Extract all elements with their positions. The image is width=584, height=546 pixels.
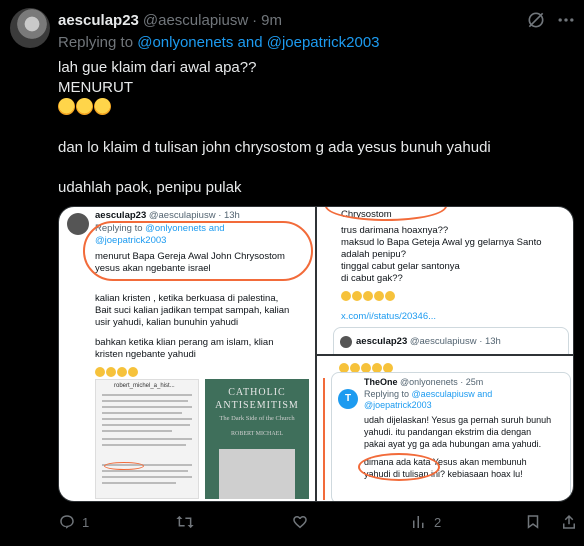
text-line: kristen ngebante yahudi: [95, 349, 196, 360]
reply-button[interactable]: 1: [58, 512, 89, 532]
more-options-icon[interactable]: [556, 10, 576, 30]
heart-icon: [293, 516, 307, 529]
reply-user-link-1[interactable]: @onlyonenets: [137, 34, 233, 51]
tweet[interactable]: aesculap23 @aesculapiusw · 9m Replying t…: [0, 0, 584, 546]
text-line: di cabut gak??: [341, 273, 403, 284]
document-scan: robert_michel_a_hist...: [95, 379, 199, 499]
replying-to-label: Replying to: [364, 389, 410, 399]
text-line: maksud lo Bapa Geteja Awal yg gelarnya S…: [341, 237, 542, 248]
annotation-circle: [358, 453, 440, 481]
quoted-tweet: aesculap23 @aesculapiusw · 13h: [333, 327, 569, 354]
repost-button[interactable]: [176, 512, 200, 532]
tweet-header: aesculap23 @aesculapiusw · 9m: [58, 10, 282, 30]
annotation-line: [323, 378, 325, 500]
reply-user: @joepatrick2003: [364, 400, 432, 410]
text-line: kalian kristen , ketika berkuasa di pale…: [95, 293, 279, 304]
text-line: dan lo klaim d tulisan john chrysostom g…: [58, 139, 491, 156]
book-title: CATHOLIC: [228, 387, 286, 398]
views-button[interactable]: 2: [410, 512, 441, 532]
replying-to-label: Replying to: [58, 34, 134, 51]
author-avatar[interactable]: [10, 8, 50, 48]
author-handle: @aesculapiusw · 13h: [148, 210, 240, 221]
emoji-row: [341, 287, 396, 305]
text-line: lah gue klaim dari awal apa??: [58, 59, 257, 76]
views-count: 2: [434, 514, 442, 530]
text-line: yahudi. itu pandangan ekstrim dia dengan: [364, 427, 532, 437]
text-line: pakai ayat yg ga ada hubungan ama yahudi…: [364, 439, 542, 449]
annotation-circle: [83, 221, 313, 281]
author-name[interactable]: aesculap23: [58, 12, 139, 29]
reply-users: @aesculapiusw and: [411, 389, 493, 399]
text-line: udahlah paok, penipu pulak: [58, 179, 242, 196]
text-line: tinggal cabut gelar santonya: [341, 261, 460, 272]
media-image-3[interactable]: T TheOne @onlyonenets · 25m Replying to …: [317, 356, 573, 501]
text-line: usir yahudi, kalian bunuhin yahudi: [95, 317, 239, 328]
author-name: aesculap23: [95, 210, 147, 221]
like-button[interactable]: [291, 512, 315, 532]
bookmark-icon: [527, 515, 539, 529]
text-line: udah dijelaskan! Yesus ga pernah suruh b…: [364, 415, 552, 425]
author-name: TheOne: [364, 377, 398, 387]
laughing-emoji: [94, 98, 111, 115]
quote-name: aesculap23: [356, 336, 408, 347]
quote-handle: @aesculapiusw · 13h: [409, 336, 501, 347]
tweet-text: lah gue klaim dari awal apa?? MENURUT da…: [58, 58, 568, 198]
bookmark-button[interactable]: [524, 512, 542, 532]
author-handle: @onlyonenets · 25m: [400, 377, 484, 387]
tweet-actions: 1 2: [58, 512, 578, 534]
views-icon: [413, 516, 424, 528]
reply-count: 1: [82, 514, 90, 530]
media-image-1[interactable]: aesculap23 @aesculapiusw · 13h Replying …: [59, 207, 315, 501]
share-button[interactable]: [560, 512, 578, 532]
laughing-emoji: [58, 98, 75, 115]
status-link: x.com/i/status/20346...: [341, 311, 437, 322]
replying-to: Replying to @onlyonenets and @joepatrick…: [58, 34, 380, 51]
book-title: ANTISEMITISM: [215, 400, 299, 411]
avatar: [340, 336, 352, 348]
text-line: MENURUT: [58, 79, 133, 96]
emoji-row: [58, 98, 568, 118]
reply-and-text: and: [237, 34, 263, 51]
document-filename: robert_michel_a_hist...: [114, 383, 175, 389]
book-author: ROBERT MICHAEL: [230, 431, 284, 437]
reply-icon: [60, 515, 74, 529]
text-line: Bait suci kalian jadikan tempat sampah, …: [95, 305, 290, 316]
avatar: [67, 213, 89, 235]
separator-dot: ·: [252, 11, 258, 29]
grok-icon[interactable]: [526, 10, 546, 30]
media-grid[interactable]: aesculap23 @aesculapiusw · 13h Replying …: [58, 206, 574, 502]
share-icon: [563, 514, 575, 529]
text-line: trus darimana hoaxnya??: [341, 225, 449, 236]
media-image-2[interactable]: Chrysostom trus darimana hoaxnya?? maksu…: [317, 207, 573, 354]
tweet-time[interactable]: 9m: [261, 12, 282, 29]
laughing-emoji: [76, 98, 93, 115]
book-cover-image: CATHOLIC ANTISEMITISM The Dark Side of t…: [205, 379, 309, 499]
text-line: bahkan ketika klian perang am islam, kli…: [95, 337, 274, 348]
book-subtitle: The Dark Side of the Church: [219, 415, 295, 422]
author-handle[interactable]: @aesculapiusw: [143, 12, 248, 29]
text-line: adalah penipu?: [341, 249, 406, 260]
reply-card: T TheOne @onlyonenets · 25m Replying to …: [331, 372, 571, 501]
reply-user-link-2[interactable]: @joepatrick2003: [267, 34, 380, 51]
avatar: T: [338, 389, 358, 409]
repost-icon: [176, 515, 194, 529]
